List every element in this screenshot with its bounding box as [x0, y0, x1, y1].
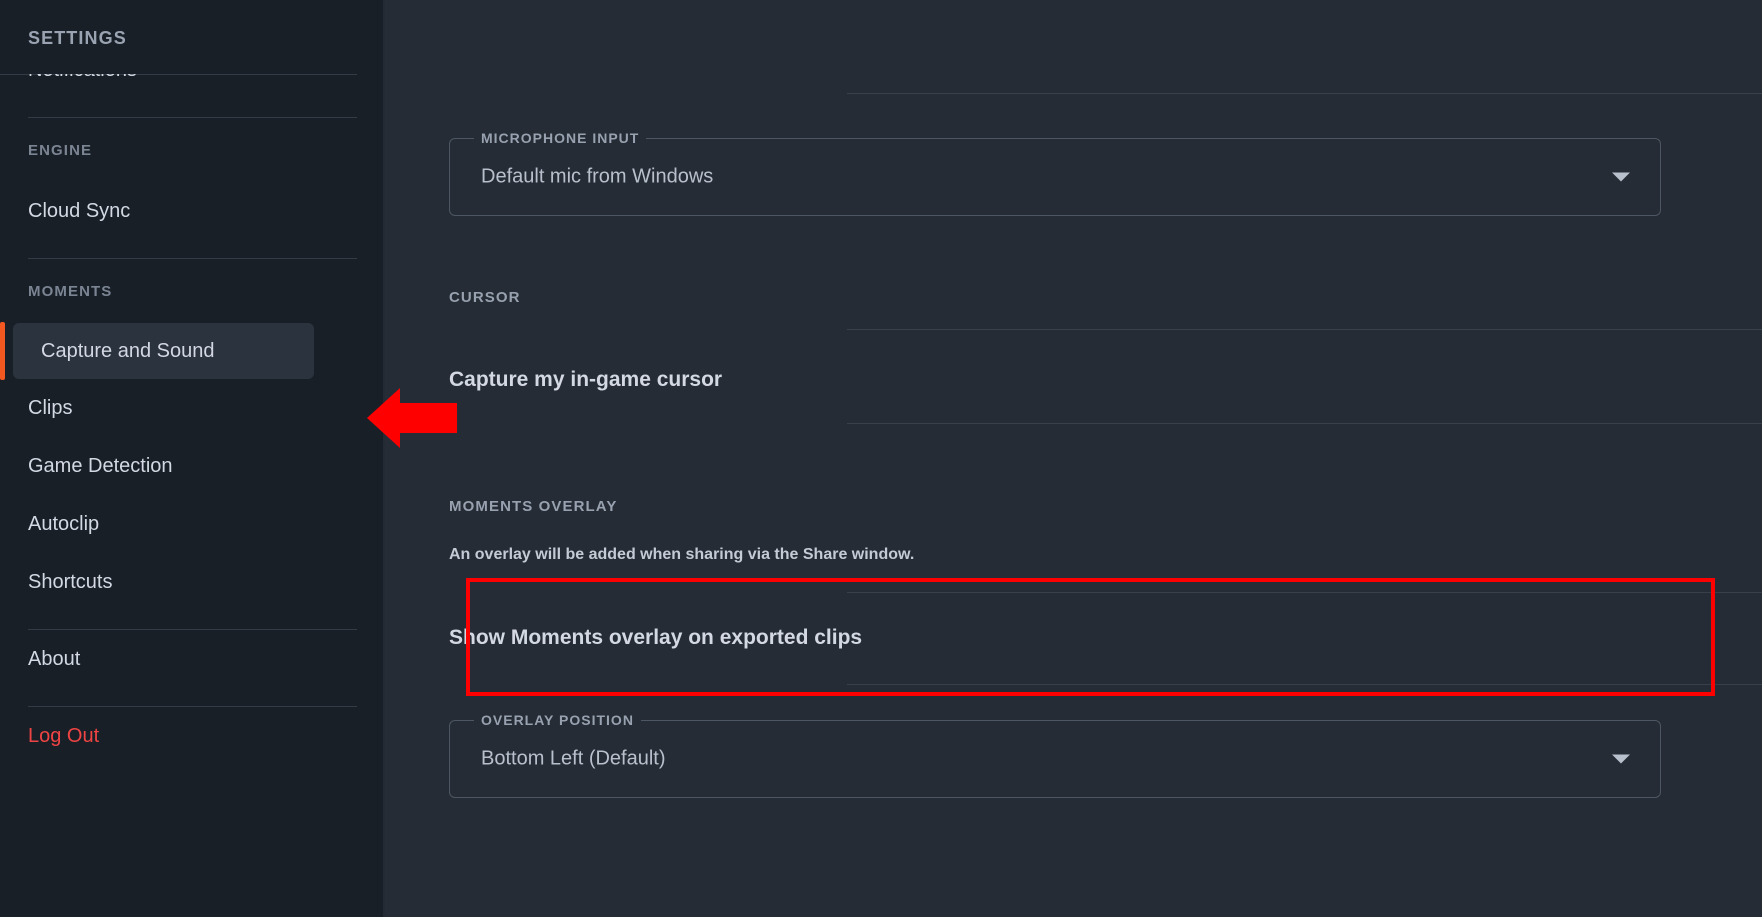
sidebar-item-autoclip[interactable]: Autoclip	[0, 495, 385, 553]
sidebar-item-label: Game Detection	[28, 454, 173, 477]
divider-below-overlay-row	[847, 684, 1762, 685]
chevron-down-icon[interactable]	[1612, 754, 1630, 764]
sidebar-selected-wrapper: Capture and Sound	[0, 322, 385, 380]
settings-sidebar: SETTINGS Notifications ENGINE Cloud Sync…	[0, 0, 385, 917]
sidebar-scroll-area[interactable]: Notifications ENGINE Cloud Sync MOMENTS …	[0, 74, 385, 917]
chevron-down-icon[interactable]	[1612, 172, 1630, 182]
sidebar-item-label: Notifications	[28, 74, 137, 82]
sidebar-item-label: Cloud Sync	[28, 199, 131, 222]
sidebar-item-clips[interactable]: Clips	[0, 379, 385, 437]
divider-above-overlay-row	[847, 592, 1762, 593]
sidebar-item-capture-and-sound[interactable]: Capture and Sound	[0, 322, 314, 380]
sidebar-item-notifications[interactable]: Notifications	[0, 74, 385, 87]
overlay-position-legend: OVERLAY POSITION	[474, 712, 641, 728]
settings-window: SETTINGS Notifications ENGINE Cloud Sync…	[0, 0, 1762, 917]
cursor-section-label: CURSOR	[449, 289, 521, 306]
microphone-input-legend: MICROPHONE INPUT	[474, 130, 647, 146]
sidebar-item-label: Shortcuts	[28, 570, 113, 593]
sidebar-group-engine: ENGINE	[28, 141, 93, 159]
divider-below-cursor-row	[847, 423, 1762, 424]
sidebar-item-game-detection[interactable]: Game Detection	[0, 437, 385, 495]
microphone-input-value: Default mic from Windows	[481, 165, 714, 188]
moments-overlay-section-label: MOMENTS OVERLAY	[449, 498, 618, 515]
sidebar-item-label: Clips	[28, 396, 73, 419]
sidebar-nav-list: Notifications ENGINE Cloud Sync MOMENTS …	[0, 74, 385, 765]
sidebar-item-label: Autoclip	[28, 512, 100, 535]
divider-above-cursor-row	[847, 329, 1762, 330]
sidebar-item-log-out[interactable]: Log Out	[0, 707, 385, 765]
sidebar-title: SETTINGS	[28, 28, 127, 48]
sidebar-item-cloud-sync[interactable]: Cloud Sync	[0, 182, 385, 240]
moments-overlay-helper-text: An overlay will be added when sharing vi…	[449, 546, 915, 563]
sidebar-item-about[interactable]: About	[0, 630, 385, 688]
sidebar-group-moments: MOMENTS	[28, 282, 113, 300]
microphone-input-select[interactable]: MICROPHONE INPUT Default mic from Window…	[449, 130, 1661, 216]
sidebar-item-label: Capture and Sound	[41, 339, 215, 362]
overlay-position-select[interactable]: OVERLAY POSITION Bottom Left (Default)	[449, 712, 1661, 798]
settings-main-panel: MICROPHONE INPUT Default mic from Window…	[385, 0, 1762, 917]
divider-above-microphone	[847, 93, 1762, 94]
sidebar-item-label: Log Out	[28, 724, 100, 747]
show-moments-overlay-label: Show Moments overlay on exported clips	[449, 626, 863, 649]
sidebar-item-label: About	[28, 647, 81, 670]
overlay-position-value: Bottom Left (Default)	[481, 747, 666, 770]
capture-cursor-label: Capture my in-game cursor	[449, 368, 723, 391]
sidebar-item-shortcuts[interactable]: Shortcuts	[0, 553, 385, 611]
